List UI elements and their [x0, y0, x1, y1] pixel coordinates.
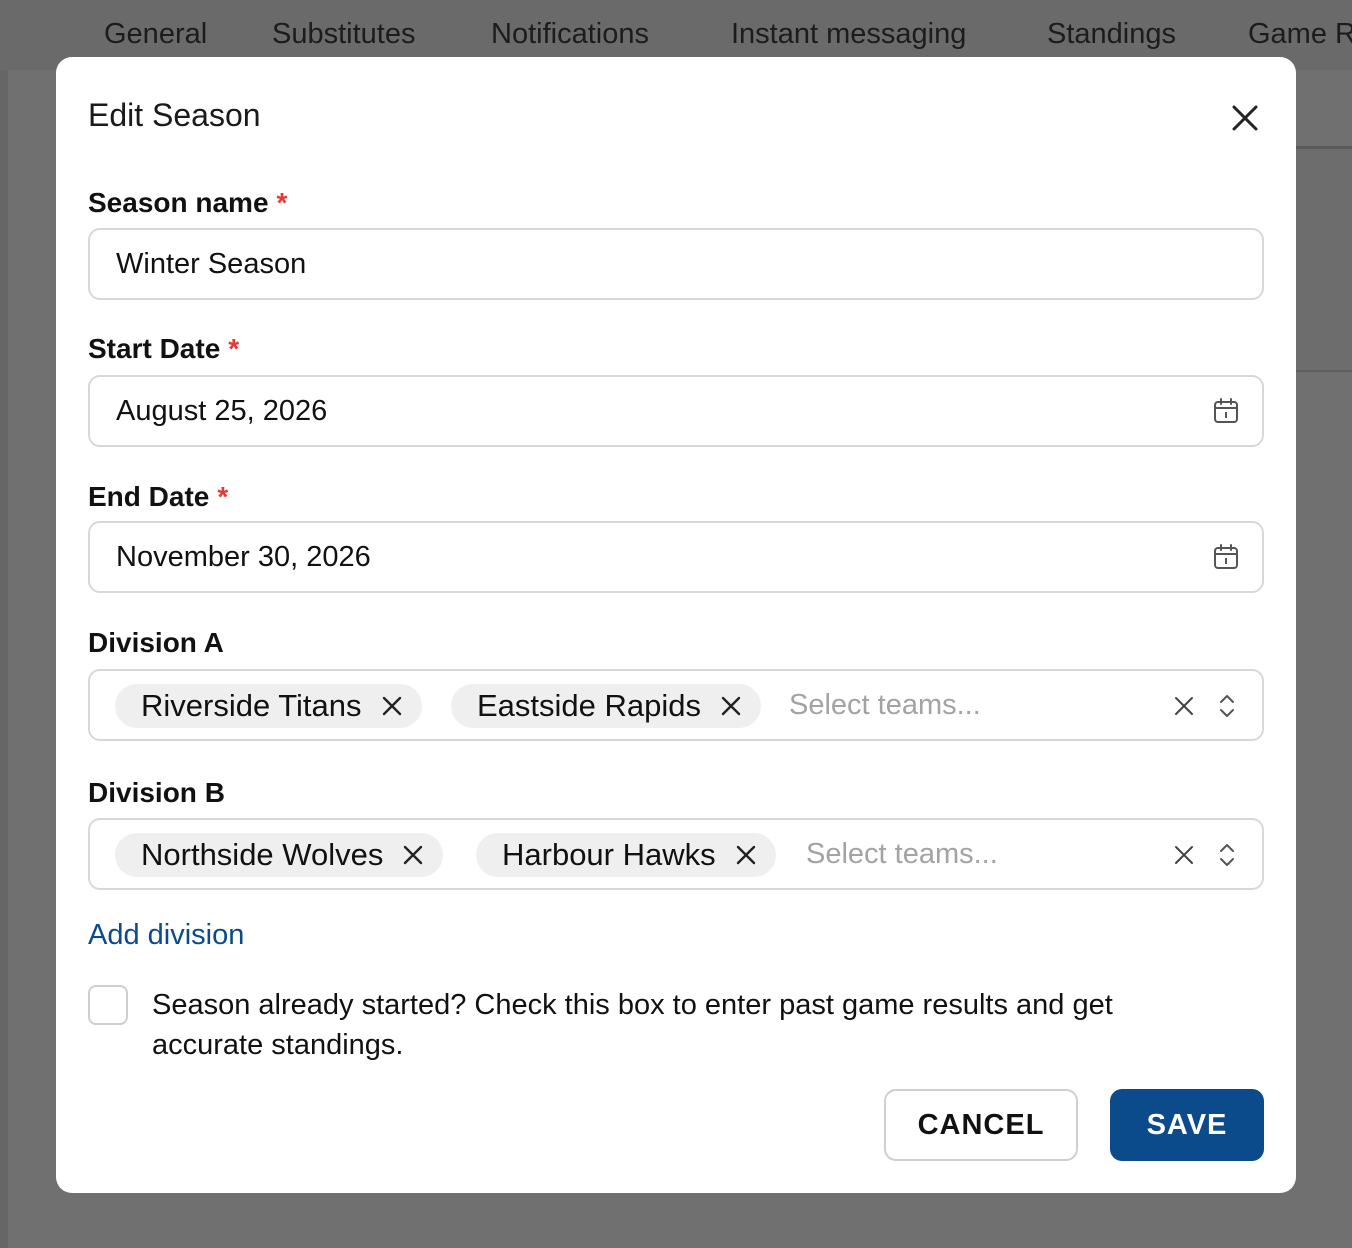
- start-date-value: August 25, 2026: [116, 395, 328, 427]
- team-chip-label: Northside Wolves: [141, 837, 384, 872]
- season-name-input[interactable]: Winter Season: [88, 228, 1264, 300]
- start-date-label: Start Date *: [88, 333, 240, 364]
- tab-instant-messaging: Instant messaging: [731, 18, 967, 50]
- remove-chip-icon[interactable]: [380, 694, 404, 718]
- required-asterisk: *: [276, 187, 288, 218]
- edit-season-modal: Edit Season Season name * Winter Season S…: [56, 57, 1296, 1193]
- start-date-input[interactable]: August 25, 2026: [88, 375, 1264, 447]
- calendar-icon[interactable]: [1212, 543, 1240, 571]
- required-asterisk: *: [217, 481, 229, 512]
- chevron-up-down-icon[interactable]: [1216, 692, 1238, 720]
- season-name-label: Season name *: [88, 187, 288, 218]
- team-chip: Eastside Rapids: [451, 684, 762, 728]
- close-icon[interactable]: [1226, 99, 1264, 137]
- team-chip-label: Riverside Titans: [141, 688, 362, 723]
- calendar-icon[interactable]: [1212, 397, 1240, 425]
- remove-chip-icon[interactable]: [719, 694, 743, 718]
- team-chip: Northside Wolves: [115, 833, 444, 877]
- tab-general: General: [104, 18, 208, 50]
- tab-notifications: Notifications: [491, 18, 649, 50]
- remove-chip-icon[interactable]: [734, 843, 758, 867]
- tab-standings: Standings: [1047, 18, 1176, 50]
- clear-icon[interactable]: [1172, 843, 1196, 867]
- division-b-label: Division B: [88, 777, 225, 808]
- background-panel: [1296, 146, 1352, 372]
- team-chip-label: Harbour Hawks: [502, 837, 716, 872]
- remove-chip-icon[interactable]: [401, 843, 425, 867]
- end-date-label: End Date *: [88, 481, 229, 512]
- select-teams-placeholder[interactable]: Select teams...: [789, 689, 981, 722]
- add-division-link[interactable]: Add division: [88, 919, 244, 952]
- team-chip-label: Eastside Rapids: [477, 688, 702, 723]
- season-started-text: Season already started? Check this box t…: [152, 989, 1113, 1061]
- team-chip: Riverside Titans: [115, 684, 422, 728]
- end-date-input[interactable]: November 30, 2026: [88, 521, 1264, 593]
- tab-substitutes: Substitutes: [272, 18, 416, 50]
- division-b-team-select[interactable]: Northside Wolves Harbour Hawks Select te…: [88, 818, 1264, 890]
- tab-game-r: Game R: [1248, 18, 1352, 50]
- chevron-up-down-icon[interactable]: [1216, 841, 1238, 869]
- required-asterisk: *: [228, 333, 240, 364]
- team-chip: Harbour Hawks: [476, 833, 776, 877]
- modal-title: Edit Season: [88, 97, 261, 133]
- select-teams-placeholder[interactable]: Select teams...: [806, 838, 998, 871]
- season-started-checkbox[interactable]: [88, 985, 128, 1025]
- save-button[interactable]: SAVE: [1110, 1089, 1264, 1161]
- cancel-button[interactable]: CANCEL: [884, 1089, 1078, 1161]
- end-date-value: November 30, 2026: [116, 541, 371, 573]
- clear-icon[interactable]: [1172, 694, 1196, 718]
- division-a-label: Division A: [88, 627, 224, 658]
- division-a-team-select[interactable]: Riverside Titans Eastside Rapids Select …: [88, 669, 1264, 741]
- season-name-value: Winter Season: [116, 248, 307, 280]
